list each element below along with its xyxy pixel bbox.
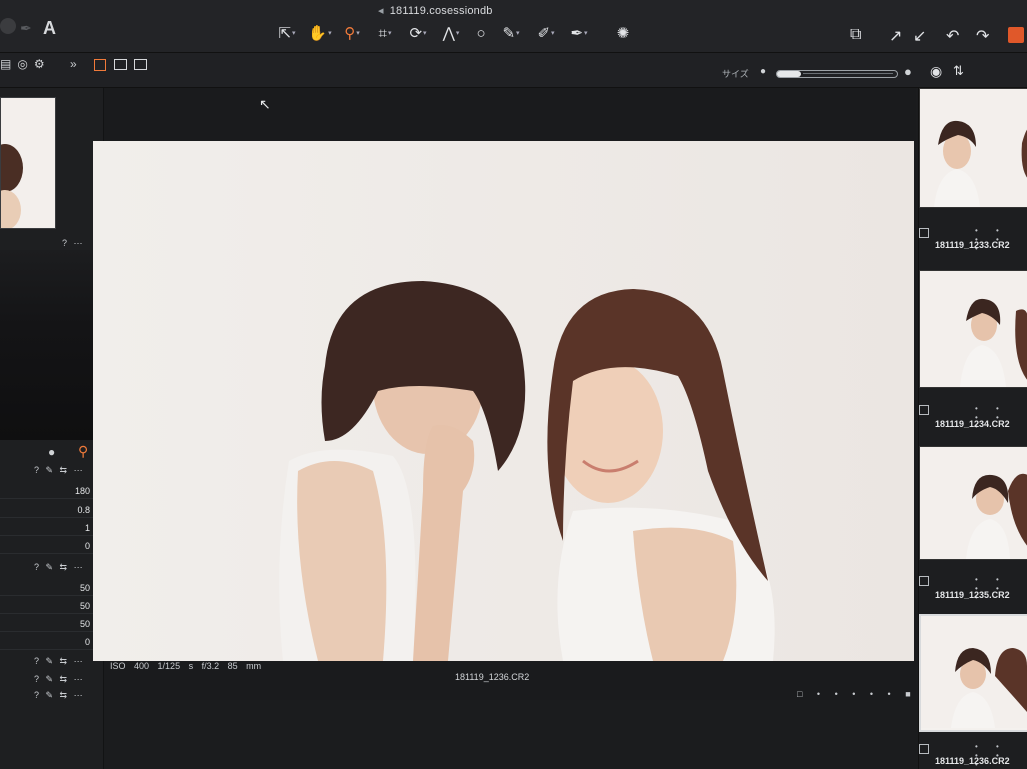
single-view-button[interactable]	[114, 59, 127, 70]
redo-button[interactable]: ↷	[976, 26, 989, 46]
library-tab-icon[interactable]: ▤	[0, 57, 17, 71]
left-panel-tabs: ▤◎⚙	[0, 57, 51, 71]
thumbnail-photo	[921, 616, 1027, 728]
exif-aperture: f/3.2	[201, 661, 220, 671]
eye-icon[interactable]: ◉	[930, 63, 942, 80]
navigator-thumbnail[interactable]	[0, 97, 56, 229]
large-person-icon: ●	[904, 64, 912, 79]
thumbnail-photo	[920, 271, 1027, 387]
navigator-pane-icons[interactable]: ? ⋯	[62, 238, 85, 249]
filmstrip-thumbnail[interactable]	[919, 446, 1027, 560]
keystone-icon: ⋀	[442, 25, 455, 42]
thumbnail-select-checkbox[interactable]	[919, 228, 929, 238]
brush-icon: ✎	[502, 25, 516, 42]
adjustment-value[interactable]: 50	[60, 583, 90, 593]
undo-icon: ↶	[946, 28, 960, 45]
app-logo-icon	[0, 18, 16, 34]
filmstrip-thumbnail[interactable]	[919, 270, 1027, 388]
spot-circle-icon: ○	[476, 24, 486, 42]
panel-expand-icon[interactable]: »	[70, 57, 77, 71]
search-icon[interactable]: ⚲	[78, 443, 88, 460]
thumbnail-select-checkbox[interactable]	[919, 405, 929, 415]
zoom-icon: ⚲	[344, 25, 356, 42]
adjustment-value[interactable]: 0.8	[60, 505, 90, 515]
redo-icon: ↷	[976, 28, 990, 45]
thumbnail-select-checkbox[interactable]	[919, 576, 929, 586]
viewer-rating-controls[interactable]: □ • • • • • ■	[797, 689, 917, 699]
photo-image	[93, 141, 914, 661]
exif-info-bar: ISO 400 1/125 s f/3.2 85 mm	[110, 661, 261, 671]
export-arrow-icon: ↗	[889, 28, 903, 45]
adjustment-value[interactable]: 0	[60, 541, 90, 551]
crop-tool-button[interactable]: ⌗ ▾	[374, 22, 396, 44]
screen-reflection	[0, 250, 100, 440]
sort-icon[interactable]: ⇅	[953, 63, 964, 79]
pan-hand-icon: ✋	[308, 25, 328, 42]
import-button[interactable]: ↙	[913, 26, 926, 46]
picker-tool-button[interactable]: ✒ ▾	[568, 22, 590, 44]
viewer-filename: 181119_1236.CR2	[455, 672, 530, 682]
undo-button[interactable]: ↶	[946, 26, 959, 46]
small-person-icon: ●	[760, 66, 767, 77]
metadata-pane-icons[interactable]: ? ✎ ⇆ ⋯	[34, 690, 85, 701]
zoom-tool-button[interactable]: ⚲ ▾	[341, 22, 363, 44]
rotate-icon: ⟳	[409, 25, 423, 42]
document-icon: ◂	[378, 5, 384, 17]
window-stack-icon: ⧉	[850, 26, 862, 43]
adjustment-value[interactable]: 50	[60, 619, 90, 629]
adjustment-value[interactable]: 180	[60, 486, 90, 496]
thumbnail-filename: 181119_1235.CR2	[935, 590, 1010, 600]
brush-tool-button[interactable]: ✎ ▾	[500, 22, 522, 44]
capture-tab-icon[interactable]: ◎	[17, 57, 33, 71]
thumbnail-photo	[920, 447, 1027, 559]
navigator-photo-preview	[1, 98, 55, 228]
exif-shutter: 1/125 s	[157, 661, 194, 671]
text-tool-letter[interactable]: A	[43, 18, 56, 39]
window-stack-button[interactable]: ⧉	[850, 26, 861, 44]
window-title: ◂ 181119.cosessiondb	[378, 4, 493, 17]
filmstrip-thumbnail[interactable]	[919, 88, 1027, 208]
thumbnail-select-checkbox[interactable]	[919, 744, 929, 754]
levels-pane-icons[interactable]: ? ✎ ⇆ ⋯	[34, 562, 85, 573]
spinner-icon: ✺	[616, 25, 630, 42]
pan-tool-button[interactable]: ✋ ▾	[308, 22, 331, 44]
select-arrow-icon: ⇱	[278, 25, 292, 42]
processing-spinner: ✺	[612, 22, 634, 44]
exposure-pane-icons[interactable]: ? ✎ ⇆ ⋯	[34, 465, 85, 476]
filmstrip-thumbnail-selected[interactable]	[919, 614, 1027, 732]
eraser-tool-button[interactable]: ✐ ▾	[535, 22, 557, 44]
window-title-text: 181119.cosessiondb	[389, 5, 493, 17]
pen-logo-icon: ✒	[20, 20, 32, 36]
exif-focal-length: 85 mm	[227, 661, 262, 671]
thumbnail-filename: 181119_1234.CR2	[935, 419, 1010, 429]
adjustment-value[interactable]: 0	[60, 637, 90, 647]
adjustment-value[interactable]: 1	[60, 523, 90, 533]
main-photo[interactable]	[93, 141, 914, 661]
keystone-tool-button[interactable]: ⋀ ▾	[440, 22, 462, 44]
color-pane-icons[interactable]: ? ✎ ⇆ ⋯	[34, 656, 85, 667]
crop-icon: ⌗	[378, 24, 387, 42]
slider-track-ticks	[803, 73, 893, 74]
exif-iso: ISO 400	[110, 661, 150, 671]
adjustment-value[interactable]: 50	[60, 601, 90, 611]
mouse-cursor-icon: ↖	[259, 96, 271, 112]
thumbnail-photo	[920, 89, 1027, 207]
capture-button[interactable]	[1008, 27, 1024, 43]
rotate-tool-button[interactable]: ⟳ ▾	[407, 22, 429, 44]
eraser-icon: ✐	[537, 25, 551, 42]
settings-gear-icon[interactable]: ⚙	[34, 57, 51, 71]
spot-tool-button[interactable]: ○	[470, 22, 492, 44]
thumbnail-size-label: サイズ	[722, 69, 749, 79]
detail-pane-icons[interactable]: ? ✎ ⇆ ⋯	[34, 674, 85, 685]
slider-handle[interactable]	[777, 71, 801, 77]
picker-icon: ✒	[570, 25, 584, 42]
grid-view-button[interactable]	[94, 59, 106, 71]
select-tool-button[interactable]: ⇱ ▾	[276, 22, 298, 44]
person-icon[interactable]: ●	[48, 445, 55, 459]
import-arrow-icon: ↙	[913, 28, 927, 45]
thumbnail-filename: 181119_1233.CR2	[935, 240, 1010, 250]
thumbnail-filename: 181119_1236.CR2	[935, 756, 1010, 766]
export-button[interactable]: ↗	[889, 26, 902, 46]
filmstrip-view-button[interactable]	[134, 59, 147, 70]
